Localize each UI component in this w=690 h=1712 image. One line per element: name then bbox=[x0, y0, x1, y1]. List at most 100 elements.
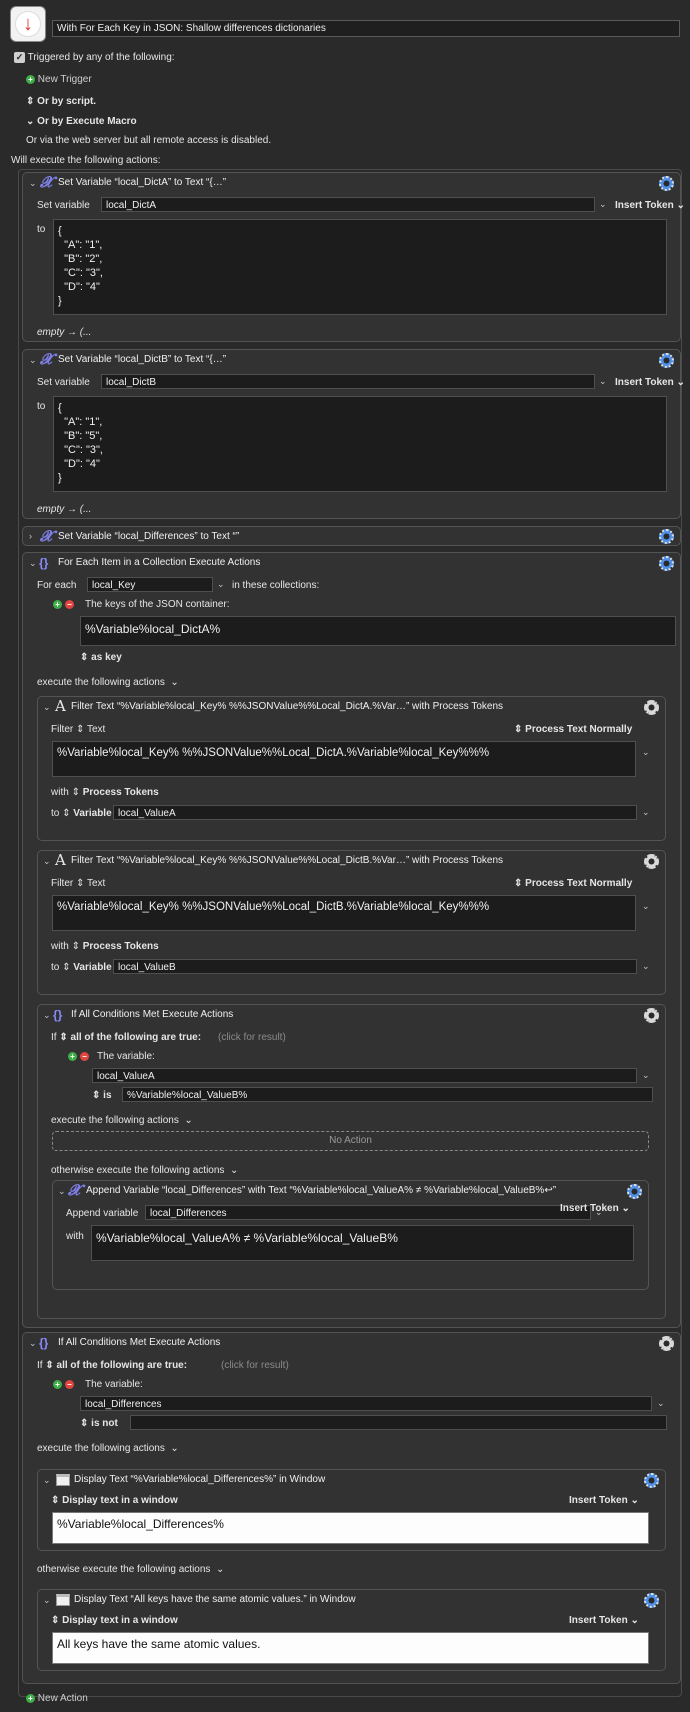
disclosure-chevron-icon[interactable]: ⌄ bbox=[43, 1010, 51, 1021]
to-variable-selector[interactable]: to ⇕ Variable bbox=[51, 962, 112, 973]
append-insert-token-button[interactable]: Insert Token ⌄ bbox=[560, 1203, 630, 1214]
gear-icon[interactable] bbox=[659, 176, 674, 191]
remove-condition-button[interactable]: − bbox=[65, 1380, 74, 1389]
triggered-checkbox[interactable]: ✓ bbox=[14, 52, 25, 63]
add-condition-button[interactable]: + bbox=[53, 1380, 62, 1389]
click-for-result[interactable]: (click for result) bbox=[218, 1032, 286, 1043]
display-mode-label: Display text in a window bbox=[62, 1495, 178, 1506]
filter-source-text[interactable]: %Variable%local_Key% %%JSONValue%%Local_… bbox=[52, 741, 636, 777]
disclosure-chevron-icon[interactable]: ⌄ bbox=[29, 558, 37, 569]
display-mode-selector[interactable]: ⇕ Display text in a window bbox=[51, 1615, 178, 1626]
as-key-selector[interactable]: ⇕ as key bbox=[80, 652, 122, 663]
braces-icon: {} bbox=[39, 1336, 49, 1350]
chevron-down-icon[interactable]: ⌄ bbox=[642, 901, 650, 912]
display-text-area[interactable]: %Variable%local_Differences% bbox=[52, 1512, 649, 1544]
disclosure-chevron-icon[interactable]: ⌄ bbox=[43, 702, 51, 713]
no-action-placeholder[interactable]: No Action bbox=[52, 1131, 649, 1151]
click-for-result[interactable]: (click for result) bbox=[221, 1360, 289, 1371]
condition-value-field[interactable]: %Variable%local_ValueB% bbox=[122, 1087, 653, 1102]
filter-source-text[interactable]: %Variable%local_Key% %%JSONValue%%Local_… bbox=[52, 895, 636, 931]
gear-icon[interactable] bbox=[659, 556, 674, 571]
all-true-selector[interactable]: ⇕ all of the following are true: bbox=[45, 1360, 187, 1371]
gear-icon[interactable] bbox=[659, 1336, 674, 1351]
disclosure-chevron-icon[interactable]: ⌄ bbox=[43, 1475, 51, 1486]
insert-token-button[interactable]: Insert Token ⌄ bbox=[569, 1615, 639, 1626]
disclosure-chevron-icon[interactable]: ⌄ bbox=[29, 1338, 37, 1349]
add-collection-button[interactable]: + bbox=[53, 600, 62, 609]
variable-name-field[interactable]: local_DictA bbox=[101, 197, 595, 212]
new-trigger-button[interactable]: + New Trigger bbox=[26, 74, 92, 85]
filter-text-selector[interactable]: Filter ⇕ Text bbox=[51, 878, 105, 889]
all-true-label: all of the following are true: bbox=[70, 1032, 202, 1043]
append-text-area[interactable]: %Variable%local_ValueA% ≠ %Variable%loca… bbox=[91, 1225, 634, 1261]
execute-following-label: execute the following actions ⌄ bbox=[37, 677, 179, 688]
process-text-selector[interactable]: ⇕ Process Text Normally bbox=[514, 724, 632, 735]
append-variable-field[interactable]: local_Differences bbox=[145, 1205, 591, 1220]
chevron-down-icon[interactable]: ⌄ bbox=[642, 1070, 650, 1081]
remove-collection-button[interactable]: − bbox=[65, 600, 74, 609]
disclosure-chevron-icon[interactable]: ⌄ bbox=[29, 178, 37, 189]
or-by-script-row[interactable]: ⇕ Or by script. bbox=[26, 96, 96, 107]
disclosure-chevron-icon[interactable]: ⌄ bbox=[43, 856, 51, 867]
destination-variable-field[interactable]: local_ValueB bbox=[113, 959, 637, 974]
operator-selector[interactable]: ⇕ is not bbox=[80, 1418, 118, 1429]
condition-variable-field[interactable]: local_ValueA bbox=[92, 1068, 637, 1083]
action-title: Filter Text “%Variable%local_Key% %%JSON… bbox=[71, 701, 504, 712]
disclosure-chevron-icon[interactable]: ⌄ bbox=[43, 1595, 51, 1606]
chevron-down-icon[interactable]: ⌄ bbox=[642, 807, 650, 818]
chevron-down-icon[interactable]: ⌄ bbox=[642, 747, 650, 758]
chevron-down-icon[interactable]: ⌄ bbox=[599, 376, 607, 387]
disclosure-chevron-icon[interactable]: ⌄ bbox=[58, 1186, 66, 1197]
to-variable-selector[interactable]: to ⇕ Variable bbox=[51, 808, 112, 819]
variable-name-field[interactable]: local_DictB bbox=[101, 374, 595, 389]
destination-variable-field[interactable]: local_ValueA bbox=[113, 805, 637, 820]
display-text-area[interactable]: All keys have the same atomic values. bbox=[52, 1632, 649, 1664]
text-value-area[interactable]: { "A": "1", "B": "2", "C": "3", "D": "4"… bbox=[53, 219, 667, 315]
gear-icon[interactable] bbox=[659, 353, 674, 368]
chevron-down-icon[interactable]: ⌄ bbox=[642, 961, 650, 972]
macro-icon[interactable]: ↓ bbox=[10, 6, 46, 42]
operator-selector[interactable]: ⇕ is bbox=[92, 1090, 112, 1101]
web-server-note: Or via the web server but all remote acc… bbox=[26, 135, 272, 146]
process-text-selector[interactable]: ⇕ Process Text Normally bbox=[514, 878, 632, 889]
variable-x-icon: 𝓧 bbox=[40, 350, 53, 368]
variable-x-icon: 𝓧 bbox=[40, 527, 53, 545]
insert-token-button[interactable]: Insert Token ⌄ bbox=[569, 1495, 639, 1506]
insert-token-button[interactable]: Insert Token ⌄ bbox=[615, 200, 685, 211]
remove-condition-button[interactable]: − bbox=[80, 1052, 89, 1061]
disclosure-chevron-right-icon[interactable]: › bbox=[29, 531, 32, 541]
add-condition-button[interactable]: + bbox=[68, 1052, 77, 1061]
filter-label: Filter bbox=[51, 878, 74, 889]
new-action-label: New Action bbox=[37, 1693, 88, 1704]
condition-variable-field[interactable]: local_Differences bbox=[80, 1396, 652, 1411]
all-true-selector[interactable]: ⇕ all of the following are true: bbox=[59, 1032, 201, 1043]
action-set-variable-differences[interactable]: › 𝓧 Set Variable “local_Differences” to … bbox=[22, 526, 681, 546]
gear-icon[interactable] bbox=[644, 1593, 659, 1608]
or-by-execute-macro-row[interactable]: ⌄ Or by Execute Macro bbox=[26, 116, 137, 127]
for-each-variable-field[interactable]: local_Key bbox=[87, 577, 213, 592]
variable-x-icon: 𝓧 bbox=[40, 173, 53, 191]
gear-icon[interactable] bbox=[644, 700, 659, 715]
filter-text-selector[interactable]: Filter ⇕ Text bbox=[51, 724, 105, 735]
chevron-down-icon[interactable]: ⌄ bbox=[599, 199, 607, 210]
insert-token-button[interactable]: Insert Token ⌄ bbox=[615, 377, 685, 388]
with-process-tokens-row[interactable]: with ⇕ Process Tokens bbox=[51, 941, 159, 952]
insert-token-label: Insert Token bbox=[615, 377, 674, 388]
macro-title-field[interactable]: With For Each Key in JSON: Shallow diffe… bbox=[52, 20, 680, 37]
with-process-tokens-row[interactable]: with ⇕ Process Tokens bbox=[51, 787, 159, 798]
gear-icon[interactable] bbox=[644, 1008, 659, 1023]
display-mode-selector[interactable]: ⇕ Display text in a window bbox=[51, 1495, 178, 1506]
json-container-field[interactable]: %Variable%local_DictA% bbox=[80, 616, 676, 646]
to-label: to bbox=[37, 224, 46, 235]
gear-icon[interactable] bbox=[644, 854, 659, 869]
chevron-down-icon[interactable]: ⌄ bbox=[657, 1398, 665, 1409]
new-action-button[interactable]: + New Action bbox=[26, 1693, 88, 1704]
disclosure-chevron-icon[interactable]: ⌄ bbox=[29, 355, 37, 366]
gear-icon[interactable] bbox=[644, 1473, 659, 1488]
condition-value-field[interactable] bbox=[130, 1415, 667, 1430]
window-icon bbox=[56, 1474, 70, 1486]
gear-icon[interactable] bbox=[659, 529, 674, 544]
chevron-down-icon[interactable]: ⌄ bbox=[217, 579, 225, 590]
text-value-area[interactable]: { "A": "1", "B": "5", "C": "3", "D": "4"… bbox=[53, 396, 667, 492]
gear-icon[interactable] bbox=[627, 1184, 642, 1199]
